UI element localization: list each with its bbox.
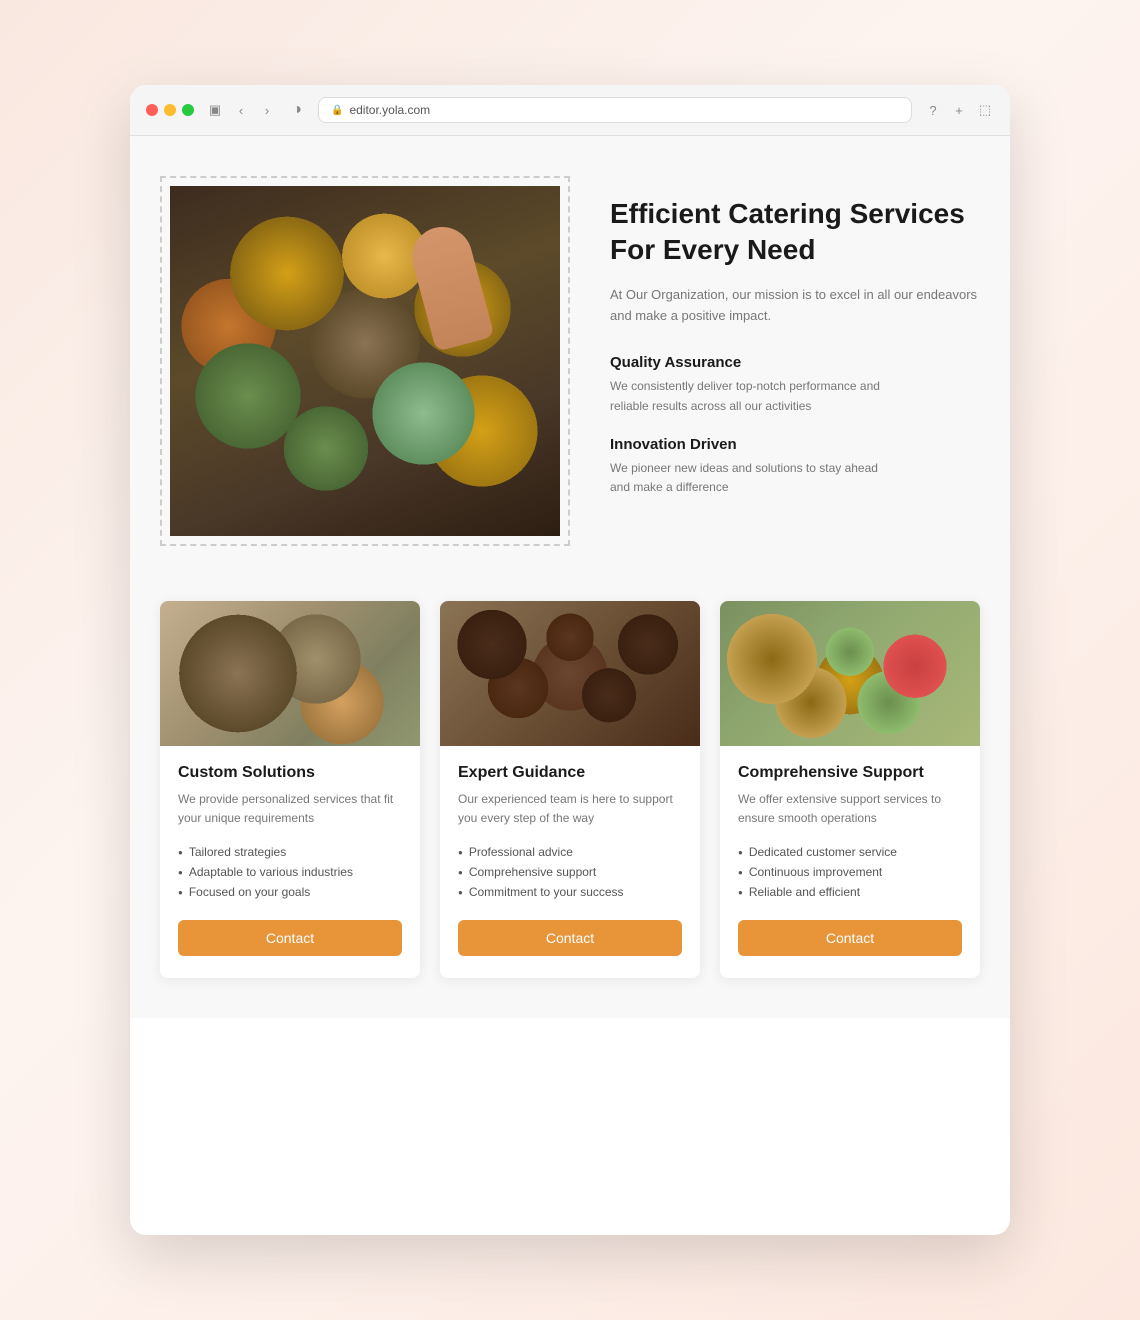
card-image-1 (160, 601, 420, 746)
minimize-button[interactable] (164, 104, 176, 116)
list-item: Adaptable to various industries (178, 862, 402, 882)
feature-innovation-desc: We pioneer new ideas and solutions to st… (610, 459, 890, 497)
feature-quality: Quality Assurance We consistently delive… (610, 354, 980, 415)
browser-right-actions: ? + ⬚ (924, 101, 994, 119)
add-tab-icon[interactable]: + (950, 101, 968, 119)
list-item: Continuous improvement (738, 862, 962, 882)
hero-subtitle: At Our Organization, our mission is to e… (610, 285, 980, 327)
card-list-3: Dedicated customer service Continuous im… (738, 842, 962, 902)
card-desc-3: We offer extensive support services to e… (738, 790, 962, 828)
card-comprehensive-support: Comprehensive Support We offer extensive… (720, 601, 980, 978)
hero-image-wrapper (160, 176, 570, 551)
cards-section: Custom Solutions We provide personalized… (160, 601, 980, 978)
hero-section: Efficient Catering Services For Every Ne… (160, 176, 980, 551)
feature-quality-title: Quality Assurance (610, 354, 980, 371)
card-image-3 (720, 601, 980, 746)
feature-quality-desc: We consistently deliver top-notch perfor… (610, 377, 890, 415)
url-text: editor.yola.com (349, 103, 430, 117)
list-item: Dedicated customer service (738, 842, 962, 862)
card-title-1: Custom Solutions (178, 764, 402, 782)
list-item: Commitment to your success (458, 882, 682, 902)
hero-text: Efficient Catering Services For Every Ne… (610, 176, 980, 517)
page-content: Efficient Catering Services For Every Ne… (130, 136, 1010, 1018)
list-item: Focused on your goals (178, 882, 402, 902)
sidebar-toggle-icon[interactable]: ▣ (206, 101, 224, 119)
extensions-icon[interactable]: ⬚ (976, 101, 994, 119)
browser-chrome: ▣ ‹ › ◑ 🔒 editor.yola.com ? + ⬚ (130, 85, 1010, 136)
card-title-2: Expert Guidance (458, 764, 682, 782)
card-list-1: Tailored strategies Adaptable to various… (178, 842, 402, 902)
contact-button-3[interactable]: Contact (738, 920, 962, 956)
address-bar[interactable]: 🔒 editor.yola.com (318, 97, 912, 123)
contact-button-1[interactable]: Contact (178, 920, 402, 956)
card-list-2: Professional advice Comprehensive suppor… (458, 842, 682, 902)
list-item: Tailored strategies (178, 842, 402, 862)
theme-icon[interactable]: ◑ (288, 101, 306, 119)
card-desc-2: Our experienced team is here to support … (458, 790, 682, 828)
card-body-1: Custom Solutions We provide personalized… (160, 746, 420, 978)
card-body-2: Expert Guidance Our experienced team is … (440, 746, 700, 978)
feature-innovation: Innovation Driven We pioneer new ideas a… (610, 436, 980, 497)
forward-icon[interactable]: › (258, 101, 276, 119)
hero-title: Efficient Catering Services For Every Ne… (610, 196, 980, 269)
close-button[interactable] (146, 104, 158, 116)
card-desc-1: We provide personalized services that fi… (178, 790, 402, 828)
list-item: Reliable and efficient (738, 882, 962, 902)
card-image-2 (440, 601, 700, 746)
maximize-button[interactable] (182, 104, 194, 116)
hero-image (170, 186, 560, 536)
browser-nav: ▣ ‹ › (206, 101, 276, 119)
card-title-3: Comprehensive Support (738, 764, 962, 782)
feature-innovation-title: Innovation Driven (610, 436, 980, 453)
dashed-border (160, 176, 570, 546)
card-expert-guidance: Expert Guidance Our experienced team is … (440, 601, 700, 978)
contact-button-2[interactable]: Contact (458, 920, 682, 956)
back-icon[interactable]: ‹ (232, 101, 250, 119)
question-icon[interactable]: ? (924, 101, 942, 119)
card-body-3: Comprehensive Support We offer extensive… (720, 746, 980, 978)
browser-window: ▣ ‹ › ◑ 🔒 editor.yola.com ? + ⬚ Efficien… (130, 85, 1010, 1235)
list-item: Comprehensive support (458, 862, 682, 882)
traffic-lights (146, 104, 194, 116)
lock-icon: 🔒 (331, 105, 343, 116)
list-item: Professional advice (458, 842, 682, 862)
card-custom-solutions: Custom Solutions We provide personalized… (160, 601, 420, 978)
